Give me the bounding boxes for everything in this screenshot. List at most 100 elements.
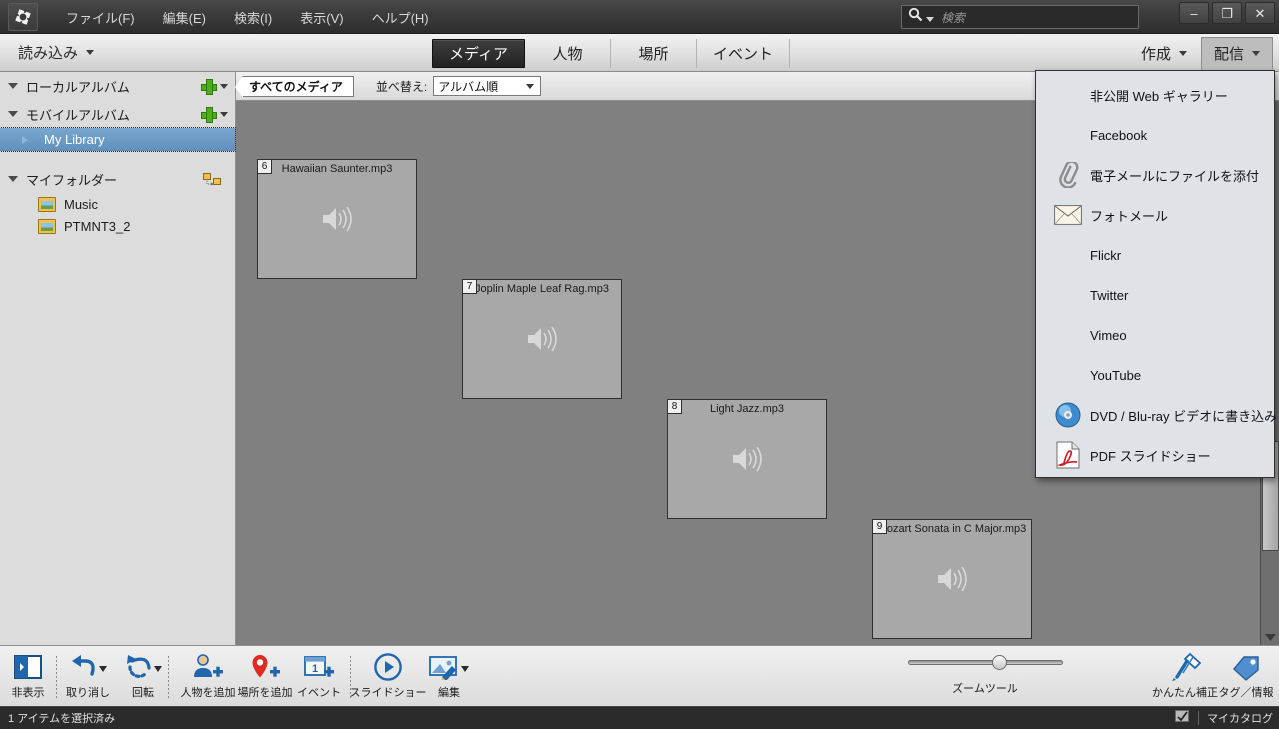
menu-item-twitter[interactable]: Twitter: [1036, 275, 1274, 315]
share-button[interactable]: 配信: [1200, 36, 1273, 70]
menu-help[interactable]: ヘルプ(H): [358, 4, 443, 31]
zoom-slider-track[interactable]: [907, 655, 1063, 670]
add-icon[interactable]: [201, 107, 217, 123]
search-dropdown-caret-icon[interactable]: [926, 16, 934, 22]
sidebar-group-local-albums[interactable]: ローカルアルバム: [0, 72, 235, 100]
quick-fix-label: かんたん補正: [1152, 687, 1218, 699]
menu-find[interactable]: 検索(I): [220, 4, 286, 31]
disc-icon: [1046, 402, 1090, 428]
sidebar-folder-music[interactable]: Music: [0, 193, 235, 215]
folder-image-icon: [38, 218, 56, 234]
tile-label: Joplin Maple Leaf Rag.mp3: [475, 283, 609, 295]
menu-item-photo-mail[interactable]: フォトメール: [1036, 195, 1274, 235]
application-window: ファイル(F) 編集(E) 検索(I) 表示(V) ヘルプ(H) 検索 – ❐ …: [0, 0, 1279, 729]
menu-item-pdf-slideshow[interactable]: PDF スライドショー: [1036, 435, 1274, 475]
menu-item-label: YouTube: [1090, 367, 1142, 383]
sidebar-group-label: モバイルアルバム: [26, 107, 130, 123]
menu-item-youtube[interactable]: YouTube: [1036, 355, 1274, 395]
tile-number-badge: 9: [872, 519, 887, 534]
tab-media[interactable]: メディア: [432, 38, 525, 68]
create-button[interactable]: 作成: [1129, 38, 1199, 69]
sidebar-item-label: My Library: [44, 132, 105, 147]
add-person-icon: [192, 650, 224, 684]
new-folder-icon[interactable]: [203, 171, 221, 190]
tile-label: Mozart Sonata in C Major.mp3: [877, 523, 1027, 535]
menu-item-label: 非公開 Web ギャラリー: [1090, 88, 1228, 104]
slideshow-tool[interactable]: スライドショー: [349, 650, 427, 704]
speaker-icon: [938, 566, 967, 592]
menu-item-burn-dvd-bluray[interactable]: DVD / Blu-ray ビデオに書き込み: [1036, 395, 1277, 435]
menu-file[interactable]: ファイル(F): [52, 4, 149, 31]
undo-tool[interactable]: 取り消し: [60, 650, 116, 704]
media-tile-audio[interactable]: 7 Joplin Maple Leaf Rag.mp3: [462, 279, 622, 399]
tile-number-badge: 7: [462, 279, 477, 294]
sidebar-item-my-library[interactable]: My Library: [0, 127, 236, 152]
calendar-icon: 1: [303, 650, 335, 684]
edit-label: 編集: [438, 687, 460, 699]
tab-places[interactable]: 場所: [611, 38, 697, 68]
menu-item-label: Twitter: [1090, 287, 1129, 303]
svg-text:1: 1: [312, 663, 318, 675]
map-pin-icon: [249, 650, 281, 684]
close-button[interactable]: ✕: [1245, 2, 1275, 24]
app-diamond-icon[interactable]: [8, 3, 38, 31]
sidebar-folder-ptmnt3-2[interactable]: PTMNT3_2: [0, 215, 235, 237]
hide-tool[interactable]: 非表示: [0, 650, 56, 704]
tab-people[interactable]: 人物: [525, 38, 611, 68]
menu-view[interactable]: 表示(V): [286, 4, 357, 31]
edit-photo-icon: [428, 650, 470, 684]
import-button[interactable]: 読み込み: [12, 39, 100, 66]
media-tile-audio[interactable]: 6 Hawaiian Saunter.mp3: [257, 159, 417, 279]
tags-info-label: タグ／情報: [1218, 687, 1274, 699]
slideshow-label: スライドショー: [349, 687, 427, 699]
search-input[interactable]: 検索: [901, 5, 1139, 29]
catalog-icon[interactable]: [1175, 709, 1190, 728]
media-tile-audio[interactable]: 8 Light Jazz.mp3: [667, 399, 827, 519]
chevron-down-icon: [8, 176, 18, 182]
add-place-tool[interactable]: 場所を追加: [232, 650, 298, 704]
chevron-down-icon: [526, 84, 535, 89]
menu-item-label: Facebook: [1090, 127, 1148, 143]
restore-button[interactable]: ❐: [1212, 2, 1242, 24]
minimize-button[interactable]: –: [1179, 2, 1209, 24]
speaker-icon: [528, 326, 557, 352]
chevron-down-icon[interactable]: [220, 112, 228, 117]
sort-select[interactable]: アルバム順: [433, 76, 542, 96]
add-event-tool[interactable]: 1 イベント: [290, 650, 348, 704]
chevron-down-icon[interactable]: [220, 84, 228, 89]
rotate-tool[interactable]: 回転: [115, 650, 171, 704]
edit-tool[interactable]: 編集: [418, 650, 480, 704]
status-divider: [1198, 711, 1199, 725]
sidebar-group-mobile-albums[interactable]: モバイルアルバム: [0, 100, 235, 128]
add-place-label: 場所を追加: [237, 687, 293, 699]
sort-label: 並べ替え:: [375, 79, 428, 94]
hide-label: 非表示: [11, 687, 45, 699]
breadcrumb[interactable]: すべてのメディア: [235, 75, 354, 98]
import-label: 読み込み: [18, 45, 79, 62]
scroll-down-button[interactable]: [1262, 629, 1279, 645]
sidebar-group-label: ローカルアルバム: [26, 79, 130, 95]
title-bar: ファイル(F) 編集(E) 検索(I) 表示(V) ヘルプ(H) 検索 – ❐ …: [0, 0, 1279, 34]
search-icon: [908, 7, 923, 27]
chevron-down-icon: [8, 83, 18, 89]
chevron-right-icon: [22, 135, 28, 144]
tag-icon: [1230, 650, 1262, 684]
menu-item-flickr[interactable]: Flickr: [1036, 235, 1274, 275]
tile-number-badge: 8: [667, 399, 682, 414]
sidebar: ローカルアルバム モバイルアルバム My Library マイフォルダー Mus…: [0, 72, 236, 645]
sidebar-folder-label: PTMNT3_2: [64, 218, 131, 234]
menu-item-facebook[interactable]: Facebook: [1036, 115, 1274, 155]
zoom-slider[interactable]: ズームツール: [905, 655, 1065, 696]
sidebar-group-my-folders[interactable]: マイフォルダー: [0, 165, 235, 193]
menu-edit[interactable]: 編集(E): [149, 4, 220, 31]
zoom-slider-thumb[interactable]: [991, 655, 1007, 670]
media-tile-audio[interactable]: 9 Mozart Sonata in C Major.mp3: [872, 519, 1032, 639]
speaker-icon: [733, 446, 762, 472]
menu-item-attach-to-email[interactable]: 電子メールにファイルを添付: [1036, 155, 1274, 195]
menu-item-vimeo[interactable]: Vimeo: [1036, 315, 1274, 355]
tags-info-tool[interactable]: タグ／情報: [1214, 650, 1278, 704]
tab-events[interactable]: イベント: [697, 38, 790, 68]
add-icon[interactable]: [201, 79, 217, 95]
quick-fix-tool[interactable]: かんたん補正: [1152, 650, 1218, 704]
menu-item-private-web-gallery[interactable]: 非公開 Web ギャラリー: [1036, 75, 1274, 115]
